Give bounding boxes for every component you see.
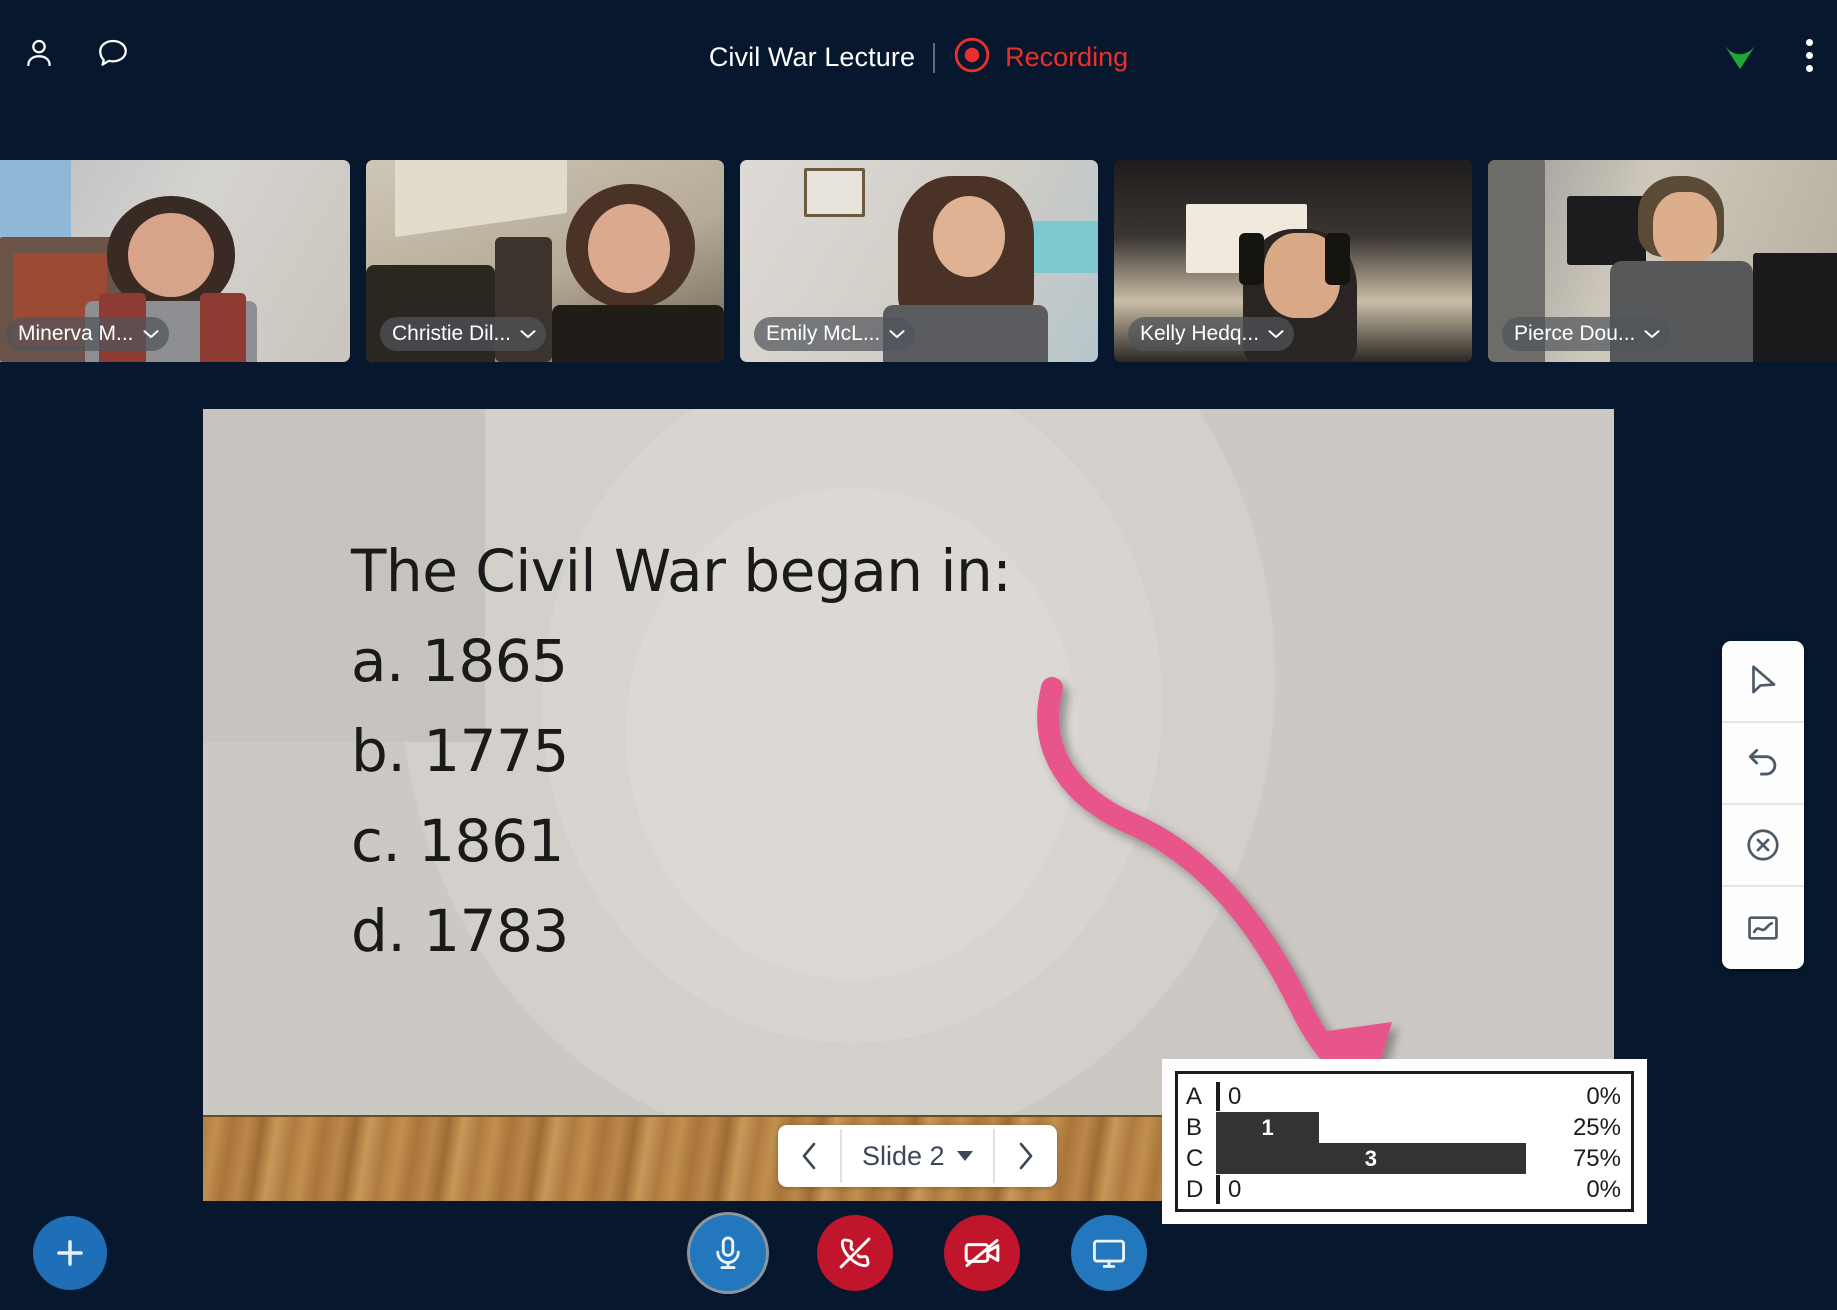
chevron-down-icon (1268, 330, 1284, 338)
poll-chart-tool[interactable] (1722, 887, 1804, 969)
clear-circle-x-icon (1747, 829, 1779, 861)
bottom-control-bar (0, 1200, 1837, 1310)
poll-bar: 3 (1216, 1143, 1526, 1174)
title-divider (933, 42, 936, 73)
slide-question: The Civil War began in: (351, 537, 1012, 605)
end-call-button[interactable] (817, 1215, 893, 1291)
overflow-menu-icon[interactable] (1806, 38, 1813, 72)
slide-option-d: d. 1783 (351, 897, 569, 965)
video-tile[interactable]: Minerva M... (0, 160, 350, 362)
participant-name: Minerva M... (18, 322, 134, 345)
signal-strength-icon[interactable] (1720, 38, 1760, 72)
microphone-icon (716, 1236, 740, 1269)
pointer-cursor-icon (1752, 665, 1776, 694)
participant-name: Kelly Hedq... (1140, 322, 1260, 345)
poll-bar-area: 3 (1216, 1143, 1549, 1174)
meeting-app: Civil War Lecture Recording Minerva M...… (0, 0, 1837, 1310)
participant-name-chip[interactable]: Minerva M... (6, 317, 169, 351)
poll-row: C 3 75% (1186, 1143, 1621, 1174)
poll-percent: 25% (1572, 1113, 1621, 1141)
clear-tool[interactable] (1722, 805, 1804, 887)
video-camera-off-icon (964, 1239, 1000, 1267)
poll-row: A 0 0% (1186, 1081, 1621, 1112)
poll-results-chart: A 0 0% B 1 25% C 3 75% D 0 0% (1175, 1071, 1634, 1212)
monitor-share-icon (1093, 1239, 1125, 1268)
poll-count: 0 (1228, 1082, 1242, 1110)
record-dot-icon (953, 36, 991, 79)
participant-video-strip: Minerva M... Christie Dil... Emily McL..… (0, 160, 1837, 365)
poll-count: 1 (1261, 1114, 1274, 1140)
poll-bar-area: 0 (1216, 1081, 1549, 1112)
slide-selector[interactable]: Slide 2 (842, 1125, 993, 1187)
microphone-button[interactable] (690, 1215, 766, 1291)
chevron-down-icon (889, 330, 905, 338)
chevron-right-icon (1019, 1142, 1032, 1170)
poll-option-letter: A (1186, 1082, 1203, 1110)
participant-name-chip[interactable]: Pierce Dou... (1502, 317, 1671, 351)
slide-number-label: Slide 2 (862, 1140, 945, 1171)
recording-indicator[interactable]: Recording (953, 36, 1128, 79)
video-tile[interactable]: Pierce Dou... (1488, 160, 1837, 362)
video-tile[interactable]: Kelly Hedq... (1114, 160, 1472, 362)
page-title: Civil War Lecture (708, 42, 916, 72)
poll-option-letter: C (1186, 1144, 1204, 1172)
annotation-toolbar (1722, 641, 1804, 969)
video-tile[interactable]: Christie Dil... (366, 160, 724, 362)
phone-hangup-icon (839, 1237, 871, 1269)
slide-navigation: Slide 2 (778, 1125, 1057, 1187)
participant-name-chip[interactable]: Kelly Hedq... (1128, 317, 1295, 351)
participant-name: Emily McL... (766, 322, 881, 345)
participant-name: Pierce Dou... (1514, 322, 1636, 345)
poll-percent: 75% (1572, 1144, 1621, 1172)
undo-arrow-icon (1748, 748, 1777, 776)
top-bar-right-icons (1720, 38, 1813, 72)
participant-name-chip[interactable]: Christie Dil... (380, 317, 547, 351)
video-tile[interactable]: Emily McL... (740, 160, 1098, 362)
undo-tool[interactable] (1722, 723, 1804, 805)
previous-slide-button[interactable] (778, 1125, 840, 1187)
line-chart-icon (1748, 916, 1778, 940)
camera-button[interactable] (944, 1215, 1020, 1291)
next-slide-button[interactable] (995, 1125, 1057, 1187)
pointer-tool[interactable] (1722, 641, 1804, 723)
chevron-down-icon (143, 330, 159, 338)
participant-name: Christie Dil... (392, 322, 512, 345)
caret-down-icon (956, 1151, 973, 1161)
participant-name-chip[interactable]: Emily McL... (754, 317, 916, 351)
slide-option-c: c. 1861 (351, 807, 564, 875)
top-bar-center: Civil War Lecture Recording (0, 36, 1837, 79)
slide-option-b: b. 1775 (351, 717, 569, 785)
poll-count: 3 (1364, 1145, 1377, 1171)
poll-option-letter: B (1186, 1113, 1203, 1141)
recording-label: Recording (1005, 42, 1129, 72)
poll-bar (1216, 1082, 1220, 1111)
top-bar: Civil War Lecture Recording (0, 0, 1837, 118)
share-screen-button[interactable] (1071, 1215, 1147, 1291)
chevron-left-icon (802, 1142, 816, 1170)
slide-option-a: a. 1865 (351, 627, 568, 695)
poll-bar: 1 (1216, 1112, 1320, 1143)
slide-text-block: The Civil War began in: a. 1865 b. 1775 … (351, 537, 1012, 965)
poll-bar-area: 1 (1216, 1112, 1549, 1143)
poll-row: B 1 25% (1186, 1112, 1621, 1143)
chevron-down-icon (520, 330, 536, 338)
chevron-down-icon (1644, 330, 1660, 338)
call-controls (0, 1215, 1837, 1291)
poll-percent: 0% (1586, 1082, 1621, 1110)
